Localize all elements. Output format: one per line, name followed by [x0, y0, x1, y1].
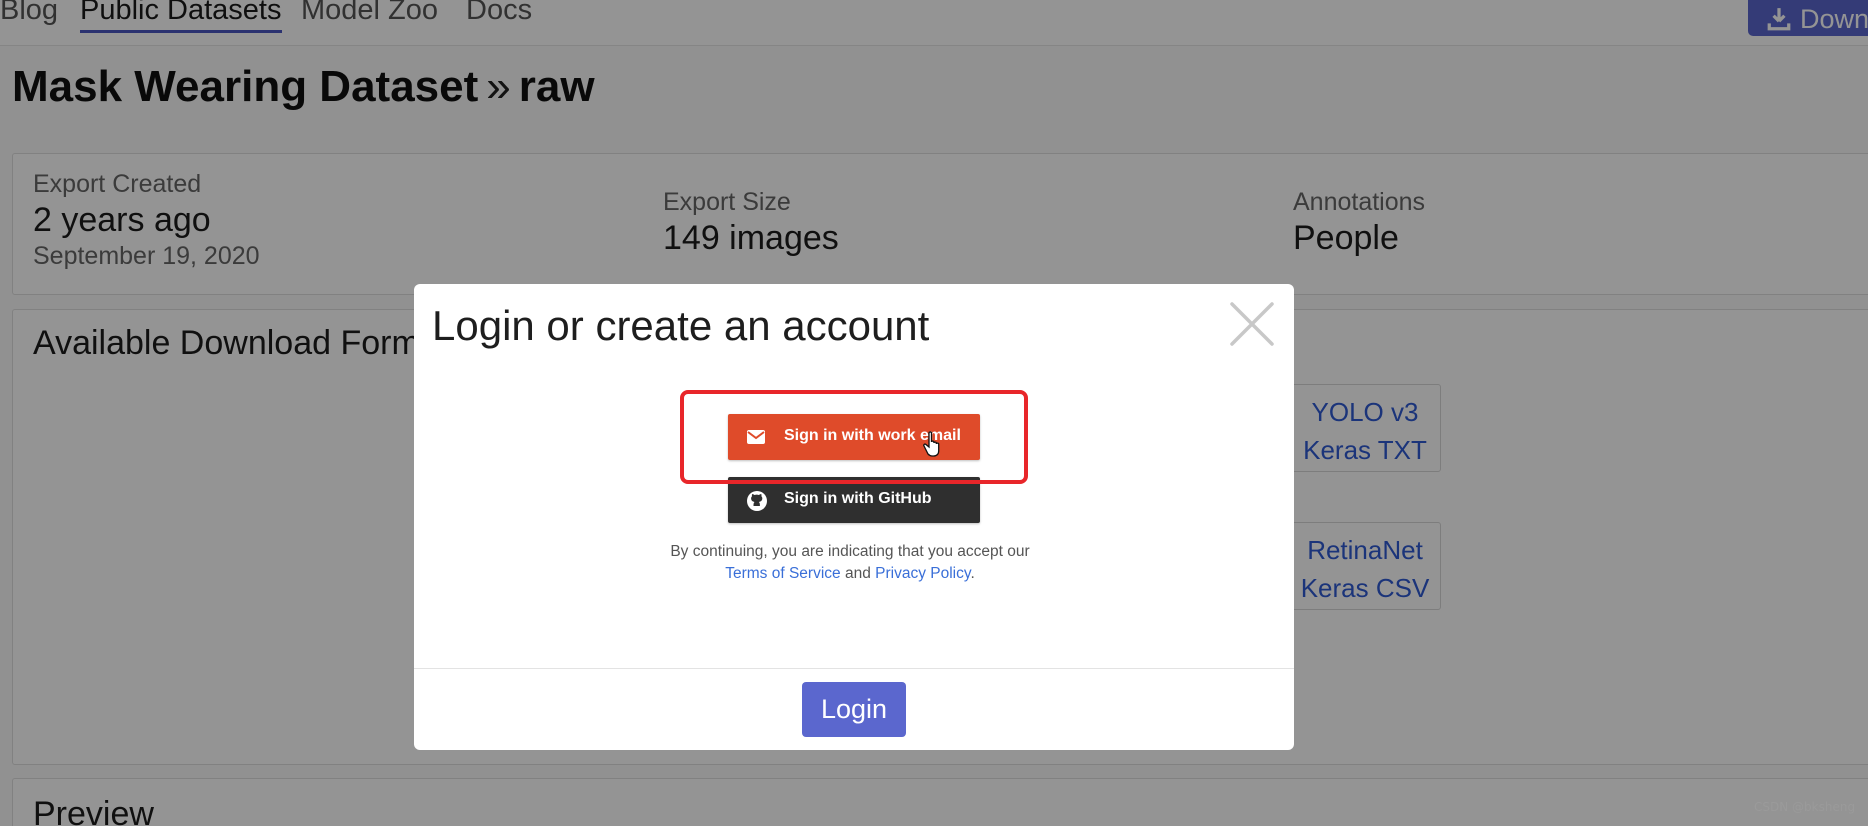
- watermark: CSDN @bksheng: [1754, 800, 1856, 814]
- login-button[interactable]: Login: [802, 682, 906, 737]
- terms-and: and: [844, 565, 871, 582]
- modal-footer-divider: [414, 668, 1294, 669]
- terms-of-service-link[interactable]: Terms of Service: [725, 565, 840, 582]
- sign-in-github-label: Sign in with GitHub: [784, 490, 932, 507]
- terms-suffix: .: [970, 565, 975, 582]
- hand-cursor-icon: [922, 430, 944, 462]
- privacy-policy-link[interactable]: Privacy Policy: [875, 565, 970, 582]
- terms-prefix: By continuing, you are indicating that y…: [670, 543, 1030, 560]
- annotation-highlight-box: [680, 390, 1028, 484]
- login-modal: Login or create an account Sign in with …: [414, 284, 1294, 750]
- modal-title: Login or create an account: [432, 302, 930, 349]
- close-icon[interactable]: [1228, 300, 1276, 348]
- github-icon: [747, 491, 767, 511]
- terms-notice: By continuing, you are indicating that y…: [650, 541, 1050, 585]
